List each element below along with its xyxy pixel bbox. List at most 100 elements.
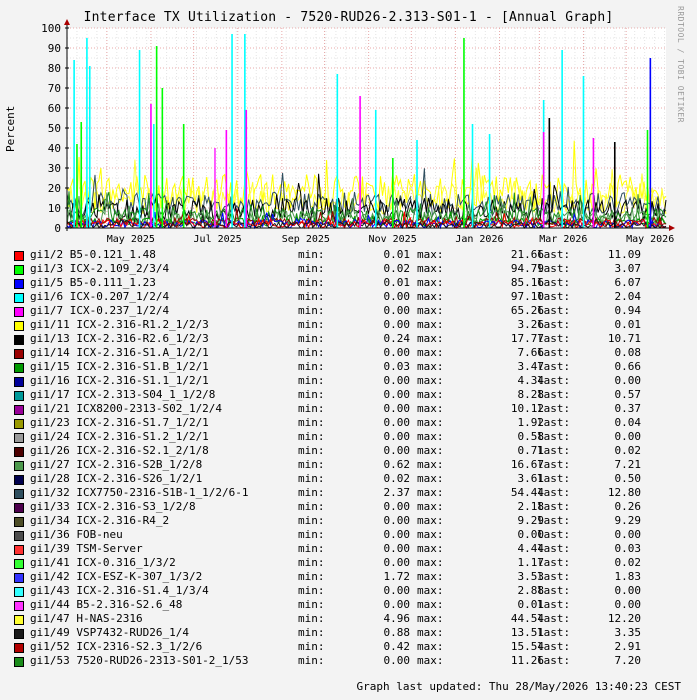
legend-max-label: max: (417, 332, 444, 345)
legend-min-value: 0.00 (383, 374, 411, 387)
legend-row: gi1/11 ICX-2.316-R1.2_1/2/3 min: 0.00 max: 3… (14, 318, 694, 332)
legend-last-value: 2.04 (614, 290, 642, 303)
legend-last-value: 0.26 (614, 500, 642, 513)
legend-min-label: min: (298, 360, 325, 373)
legend-min-label: min: (298, 542, 325, 555)
legend-min-label: min: (298, 430, 325, 443)
legend-max-label: max: (417, 430, 444, 443)
legend-series-name: gi1/23 ICX-2.316-S1.7_1/2/1 (30, 416, 209, 429)
legend-max-value: 3.47 (517, 360, 545, 373)
legend-swatch (14, 559, 24, 569)
legend-swatch (14, 335, 24, 345)
legend-min-label: min: (298, 514, 325, 527)
legend-max-label: max: (417, 290, 444, 303)
legend-max-label: max: (417, 416, 444, 429)
legend-row: gi1/33 ICX-2.316-S3_1/2/8 min: 0.00 max: 2.1… (14, 500, 694, 514)
legend-max-value: 0.71 (517, 444, 545, 457)
legend-min-value: 0.00 (383, 584, 411, 597)
legend-max-label: max: (417, 654, 444, 667)
legend-min-value: 0.00 (383, 346, 411, 359)
legend-min-value: 0.00 (383, 556, 411, 569)
legend-min-label: min: (298, 374, 325, 387)
legend-swatch (14, 391, 24, 401)
legend-max-value: 65.26 (510, 304, 544, 317)
legend-last-label: last: (537, 556, 571, 569)
legend-last-value: 3.35 (614, 626, 642, 639)
legend-series-name: gi1/33 ICX-2.316-S3_1/2/8 (30, 500, 196, 513)
legend-min-value: 0.00 (383, 416, 411, 429)
legend-last-label: last: (537, 612, 571, 625)
legend-row: gi1/26 ICX-2.316-S2.1_2/1/8 min: 0.00 max: 0… (14, 444, 694, 458)
legend-min-value: 0.00 (383, 654, 411, 667)
legend-last-value: 7.20 (614, 654, 642, 667)
legend-row: gi1/5 B5-0.111_1.23 min: 0.01 max: 85.16 last… (14, 276, 694, 290)
legend-min-value: 0.62 (383, 458, 411, 471)
legend-last-label: last: (537, 542, 571, 555)
legend-last-label: last: (537, 626, 571, 639)
legend-series-name: gi1/7 ICX-0.237_1/2/4 (30, 304, 170, 317)
x-tick-label: May 2026 (626, 234, 674, 245)
legend-series-name: gi1/36 FOB-neu (30, 528, 123, 541)
legend-min-value: 0.03 (383, 360, 411, 373)
y-tick-label: 100 (41, 22, 61, 35)
legend-max-label: max: (417, 640, 444, 653)
legend-row: gi1/23 ICX-2.316-S1.7_1/2/1 min: 0.00 max: 1… (14, 416, 694, 430)
y-tick-label: 90 (48, 42, 61, 55)
legend-max-value: 7.66 (517, 346, 545, 359)
y-tick-label: 70 (48, 82, 61, 95)
legend-max-value: 85.16 (510, 276, 544, 289)
legend-max-label: max: (417, 486, 444, 499)
legend-row: gi1/36 FOB-neu min: 0.00 max: 0.00 last: 0.00 (14, 528, 694, 542)
legend-max-value: 1.17 (517, 556, 545, 569)
legend-series-name: gi1/6 ICX-0.207_1/2/4 (30, 290, 170, 303)
legend-last-value: 1.83 (614, 570, 642, 583)
legend-row: gi1/6 ICX-0.207_1/2/4 min: 0.00 max: 97.10 la… (14, 290, 694, 304)
legend-last-label: last: (537, 374, 571, 387)
legend-last-label: last: (537, 486, 571, 499)
legend-min-label: min: (298, 500, 325, 513)
legend-last-value: 0.00 (614, 430, 642, 443)
legend-swatch (14, 475, 24, 485)
legend-max-label: max: (417, 612, 444, 625)
legend-row: gi1/17 ICX-2.313-S04_1_1/2/8 min: 0.00 max:… (14, 388, 694, 402)
legend-row: gi1/34 ICX-2.316-R4_2 min: 0.00 max: 9.29 las… (14, 514, 694, 528)
legend-min-value: 0.00 (383, 514, 411, 527)
legend-max-value: 3.61 (517, 472, 545, 485)
legend-max-label: max: (417, 528, 444, 541)
legend-max-label: max: (417, 458, 444, 471)
legend-max-label: max: (417, 570, 444, 583)
legend-last-label: last: (537, 514, 571, 527)
legend-last-label: last: (537, 654, 571, 667)
legend-last-label: last: (537, 402, 571, 415)
legend-last-label: last: (537, 458, 571, 471)
legend-max-label: max: (417, 388, 444, 401)
legend-last-label: last: (537, 262, 571, 275)
legend-min-value: 0.00 (383, 500, 411, 513)
legend-row: gi1/3 ICX-2.109_2/3/4 min: 0.02 max: 94.79 la… (14, 262, 694, 276)
legend-last-label: last: (537, 248, 571, 261)
legend-min-label: min: (298, 640, 325, 653)
legend-min-label: min: (298, 416, 325, 429)
legend-max-label: max: (417, 276, 444, 289)
legend-series-name: gi1/14 ICX-2.316-S1.A_1/2/1 (30, 346, 209, 359)
legend-row: gi1/39 TSM-Server min: 0.00 max: 4.44 last: 0.… (14, 542, 694, 556)
legend-row: gi1/15 ICX-2.316-S1.B_1/2/1 min: 0.03 max: 3… (14, 360, 694, 374)
plot-area: 0 10 20 30 40 50 60 70 80 90 100 May 2025 Jul 2025 Se… (41, 19, 675, 245)
legend-swatch (14, 517, 24, 527)
legend-max-value: 2.18 (517, 500, 545, 513)
legend-swatch (14, 531, 24, 541)
legend-last-value: 12.20 (607, 612, 641, 625)
legend-max-label: max: (417, 598, 444, 611)
legend-min-value: 0.24 (383, 332, 411, 345)
legend-min-label: min: (298, 444, 325, 457)
legend-last-label: last: (537, 388, 571, 401)
x-tick-label: Jan 2026 (455, 234, 503, 245)
legend-series-name: gi1/16 ICX-2.316-S1.1_1/2/1 (30, 374, 209, 387)
legend-min-value: 0.01 (383, 276, 411, 289)
legend-swatch (14, 307, 24, 317)
legend-max-value: 0.01 (517, 598, 545, 611)
legend-series-name: gi1/15 ICX-2.316-S1.B_1/2/1 (30, 360, 209, 373)
legend-min-label: min: (298, 262, 325, 275)
x-tick-label: Nov 2025 (369, 234, 417, 245)
legend-max-label: max: (417, 360, 444, 373)
